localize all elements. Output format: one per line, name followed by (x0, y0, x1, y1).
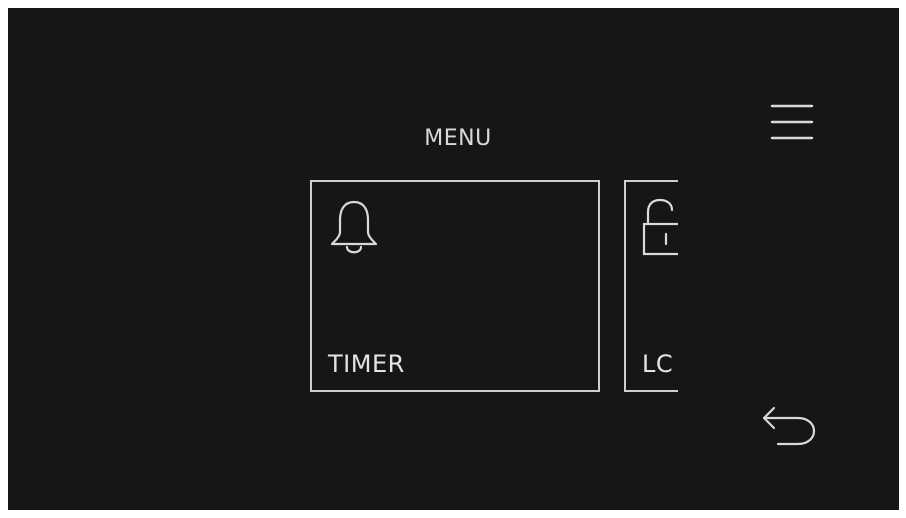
menu-carousel[interactable]: TIMER LC (308, 180, 678, 396)
lock-tile-label: LC (642, 350, 674, 378)
timer-tile-label: TIMER (328, 350, 405, 378)
back-arrow-icon[interactable] (760, 404, 820, 446)
hamburger-menu-icon[interactable] (768, 100, 816, 144)
bell-icon (328, 198, 380, 258)
control-panel-screen: MENU TIMER LC (8, 8, 899, 510)
page-title: MENU (424, 126, 492, 151)
lock-tile[interactable]: LC (624, 180, 678, 392)
timer-tile[interactable]: TIMER (310, 180, 600, 392)
unlocked-padlock-icon (642, 198, 678, 258)
